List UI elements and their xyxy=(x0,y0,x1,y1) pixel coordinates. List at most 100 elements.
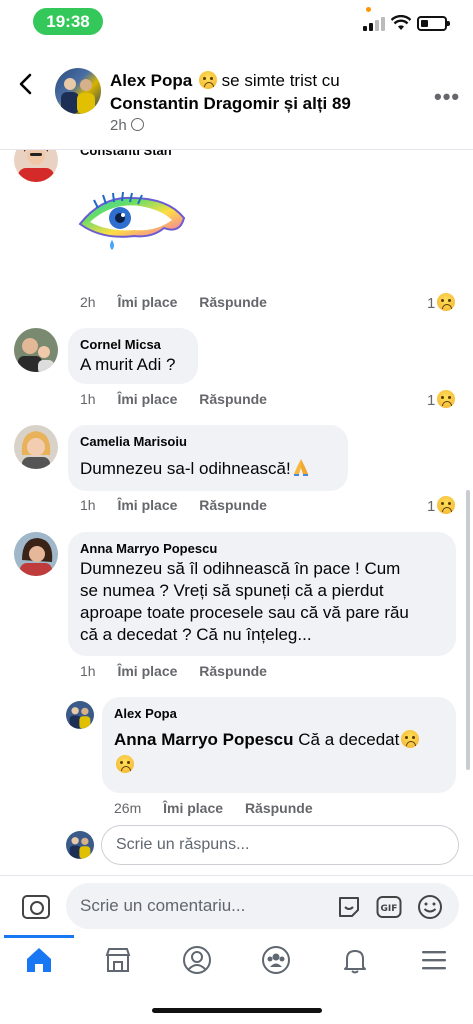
reply-actions: 26m Îmi place Răspunde xyxy=(114,800,331,816)
like-button[interactable]: Îmi place xyxy=(117,497,177,513)
like-button[interactable]: Îmi place xyxy=(117,294,177,310)
avatar[interactable] xyxy=(66,701,94,729)
commenter-name[interactable]: Constanti Stan xyxy=(80,150,172,160)
tab-home[interactable] xyxy=(0,935,78,990)
avatar[interactable] xyxy=(14,425,58,469)
profile-icon xyxy=(183,946,211,974)
reply-button[interactable]: Răspunde xyxy=(199,391,267,407)
globe-icon xyxy=(130,118,144,131)
author-name[interactable]: Alex Popa xyxy=(110,71,192,90)
comment-bar: Scrie un comentariu... GIF xyxy=(0,875,473,935)
own-avatar xyxy=(66,831,94,859)
tab-bar xyxy=(0,935,473,990)
commenter-name[interactable]: Alex Popa xyxy=(114,705,444,723)
commenter-name[interactable]: Cornel Micsa xyxy=(80,336,186,354)
commenter-name[interactable]: Camelia Marisoiu xyxy=(80,433,336,451)
menu-icon xyxy=(422,951,446,970)
like-button[interactable]: Îmi place xyxy=(163,800,223,816)
comment-input[interactable]: Scrie un comentariu... GIF xyxy=(66,883,459,929)
reaction-number: 1 xyxy=(427,498,436,515)
avatar[interactable] xyxy=(14,532,58,576)
post-header: Alex Popa se simte trist cu Constantin D… xyxy=(0,44,473,150)
comment-actions: 1h Îmi place Răspunde xyxy=(80,497,285,513)
commenter-name[interactable]: Anna Marryo Popescu xyxy=(80,540,444,558)
wifi-icon xyxy=(391,15,411,30)
crying-face-icon xyxy=(401,730,420,748)
reply-bubble: Alex Popa Anna Marryo Popescu Că a deced… xyxy=(102,697,456,793)
sad-reaction-icon xyxy=(437,293,456,311)
comment-text: Dumnezeu sa-l odihnească! xyxy=(80,457,336,480)
reply-input[interactable]: Scrie un răspuns... xyxy=(101,825,459,865)
avatar[interactable] xyxy=(14,150,58,182)
like-button[interactable]: Îmi place xyxy=(117,663,177,679)
author-avatar[interactable] xyxy=(55,68,101,114)
avatar[interactable] xyxy=(14,328,58,372)
status-bar: 19:38 xyxy=(0,0,473,44)
post-title: Alex Popa se simte trist cu Constantin D… xyxy=(110,69,430,115)
reaction-number: 1 xyxy=(427,392,436,409)
reaction-count[interactable]: 1 xyxy=(427,496,456,515)
signal-icon xyxy=(363,17,385,31)
comment-actions: 2h Îmi place Răspunde xyxy=(80,294,285,310)
back-icon[interactable] xyxy=(14,72,38,96)
home-indicator xyxy=(152,1008,322,1013)
comment-time: 1h xyxy=(80,497,96,513)
sticker-icon[interactable] xyxy=(336,894,362,920)
tab-notifications[interactable] xyxy=(316,935,394,990)
reply-button[interactable]: Răspunde xyxy=(199,497,267,513)
comment-actions: 1h Îmi place Răspunde xyxy=(80,663,285,679)
reply-button[interactable]: Răspunde xyxy=(245,800,313,816)
tab-groups[interactable] xyxy=(237,935,315,990)
comment-actions: 1h Îmi place Răspunde xyxy=(80,391,285,407)
comment-time: 1h xyxy=(80,663,96,679)
reply-text-content: Că a decedat xyxy=(298,730,400,749)
comment-time: 1h xyxy=(80,391,96,407)
tab-profile[interactable] xyxy=(158,935,236,990)
comments-feed: Constanti Stan 2h Îmi place Răspunde 1 C… xyxy=(0,150,473,870)
groups-icon xyxy=(262,946,290,974)
comment-text-line: Dumnezeu să îl odihnească în pace ! Cum xyxy=(80,559,401,578)
mention-link[interactable]: Anna Marryo Popescu xyxy=(114,730,294,749)
reaction-count[interactable]: 1 xyxy=(427,390,456,409)
home-icon xyxy=(27,948,51,972)
reply-time: 26m xyxy=(114,800,142,816)
battery-icon xyxy=(417,16,450,31)
post-meta: 2h xyxy=(110,117,144,134)
comment-text-line: se numea ? Vreți să spuneți că a pierdut xyxy=(80,581,384,600)
reaction-count[interactable]: 1 xyxy=(427,293,456,312)
crying-face-icon xyxy=(116,755,134,773)
reply-button[interactable]: Răspunde xyxy=(199,663,267,679)
reply-button[interactable]: Răspunde xyxy=(199,294,267,310)
comment-text-content: Dumnezeu sa-l odihnească! xyxy=(80,459,291,478)
sticker-crying-eye xyxy=(72,188,188,256)
feeling-text: se simte trist cu xyxy=(221,71,340,90)
tab-marketplace[interactable] xyxy=(79,935,157,990)
reaction-number: 1 xyxy=(427,295,436,312)
comment-bubble: Camelia Marisoiu Dumnezeu sa-l odihneasc… xyxy=(68,425,348,491)
comment-bubble: Anna Marryo Popescu Dumnezeu să îl odihn… xyxy=(68,532,456,656)
comment-text: A murit Adi ? xyxy=(80,355,176,374)
reply-placeholder: Scrie un răspuns... xyxy=(116,836,250,853)
tab-menu[interactable] xyxy=(395,935,473,990)
like-button[interactable]: Îmi place xyxy=(117,391,177,407)
emoji-icon[interactable] xyxy=(417,894,443,920)
comment-bubble: Cornel Micsa A murit Adi ? xyxy=(68,328,198,384)
camera-icon[interactable] xyxy=(22,895,50,919)
marketplace-icon xyxy=(105,948,131,972)
post-time: 2h xyxy=(110,117,127,134)
bell-icon xyxy=(344,950,366,974)
reply-text: Anna Marryo Popescu Că a decedat xyxy=(114,729,444,776)
gif-icon[interactable]: GIF xyxy=(376,894,402,920)
praying-hands-icon xyxy=(293,459,308,476)
tagged-people[interactable]: Constantin Dragomir și alți 89 xyxy=(110,94,351,113)
comment-placeholder: Scrie un comentariu... xyxy=(80,896,246,915)
status-time: 19:38 xyxy=(33,8,103,35)
sad-face-icon xyxy=(198,71,217,89)
comment-text-line: că a decedat ? Că nu înțeleg... xyxy=(80,625,312,644)
svg-text:GIF: GIF xyxy=(381,904,398,914)
more-icon[interactable]: ••• xyxy=(434,84,460,110)
sad-reaction-icon xyxy=(437,390,456,408)
sad-reaction-icon xyxy=(437,496,456,514)
scrollbar[interactable] xyxy=(466,490,470,770)
comment-time: 2h xyxy=(80,294,96,310)
